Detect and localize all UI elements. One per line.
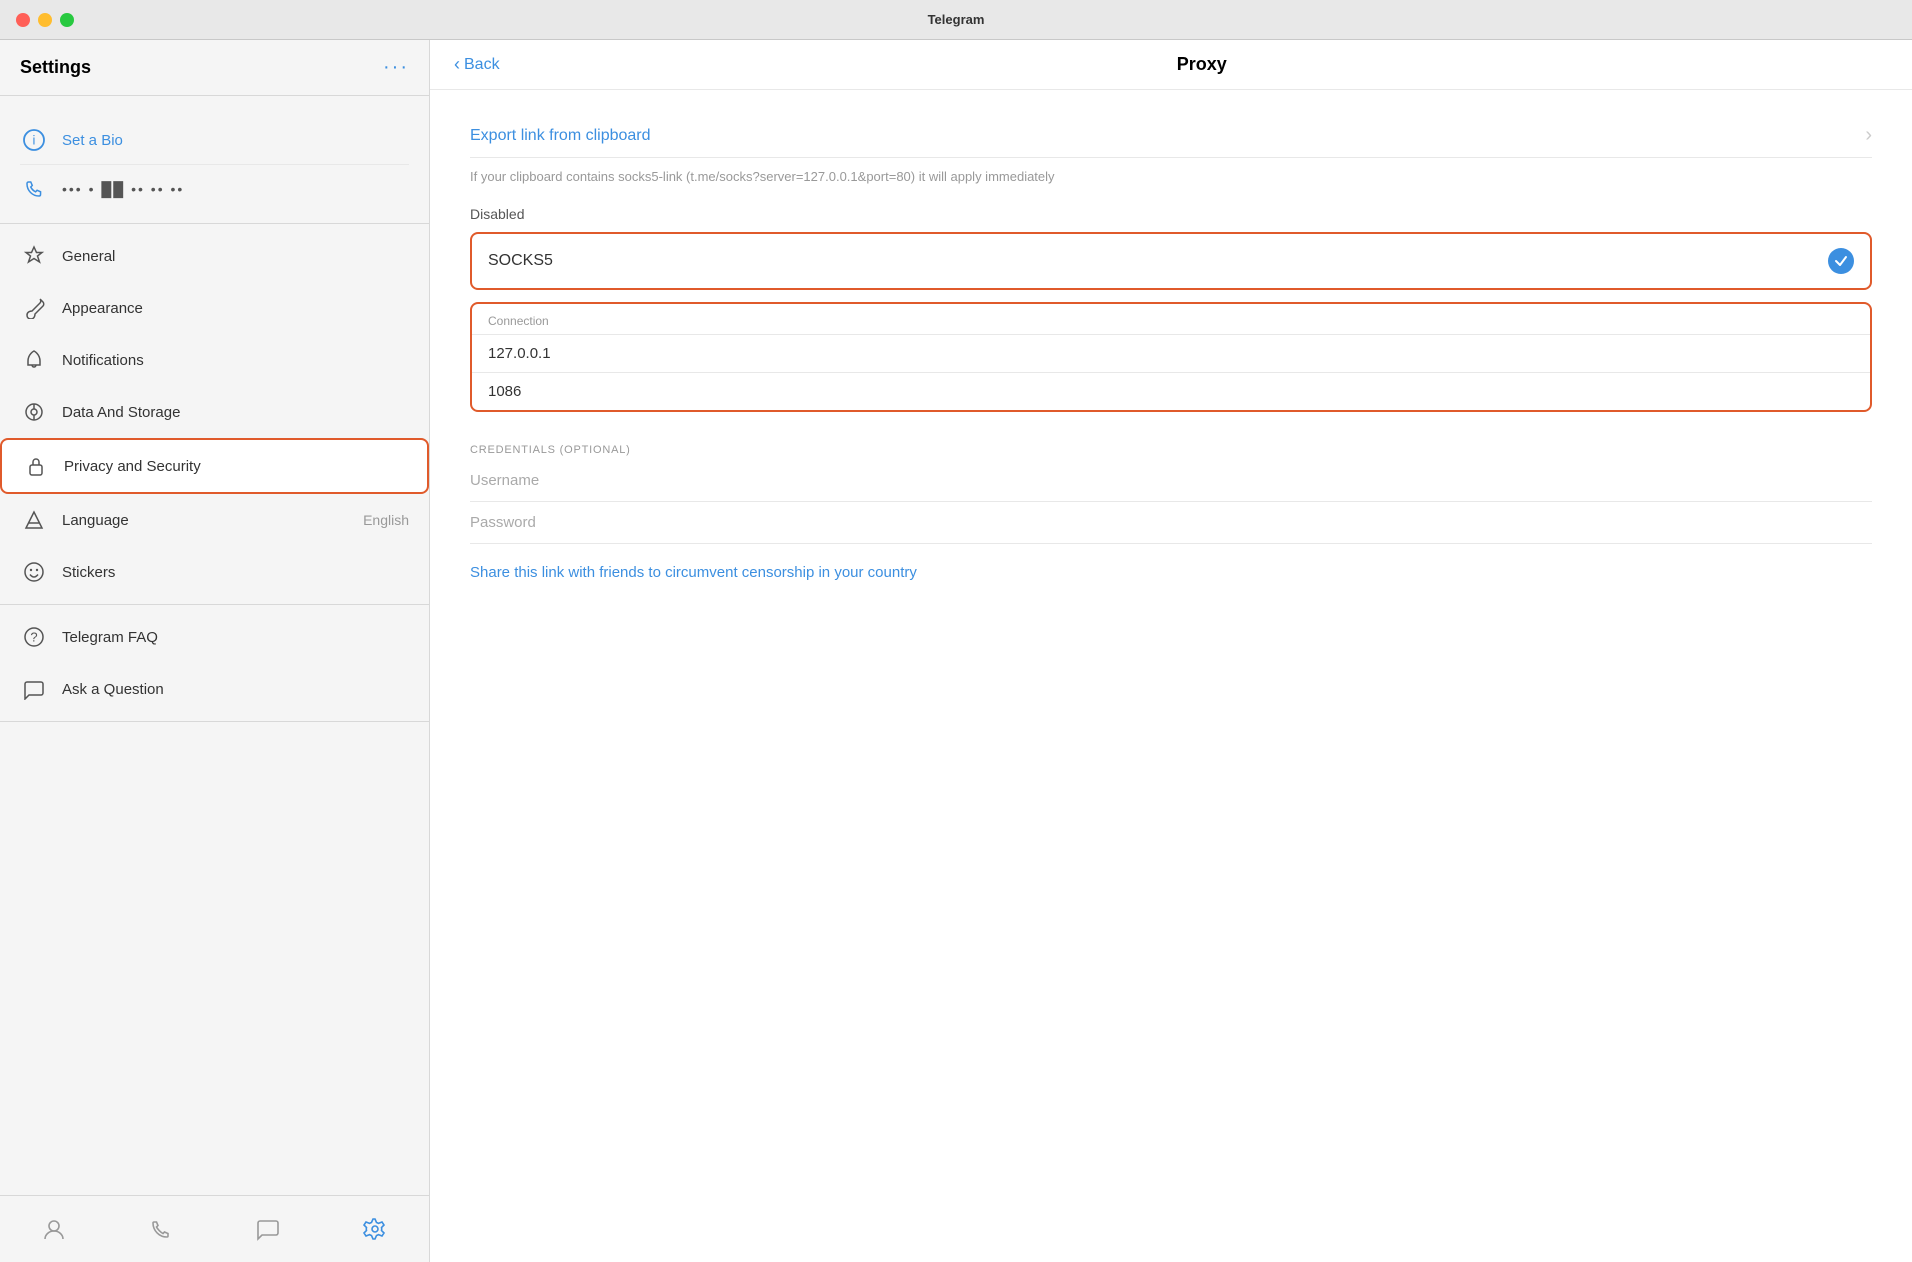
phone-item[interactable]: ••• • ██ •• •• •• xyxy=(20,165,409,213)
sidebar-item-faq[interactable]: ? Telegram FAQ xyxy=(0,611,429,663)
socks5-option[interactable]: SOCKS5 xyxy=(470,232,1872,290)
profile-section: i Set a Bio ••• • ██ •• •• •• xyxy=(0,96,429,224)
svg-text:?: ? xyxy=(30,630,37,645)
set-bio-label: Set a Bio xyxy=(62,132,123,149)
sidebar-item-faq-label: Telegram FAQ xyxy=(62,629,409,646)
close-button[interactable] xyxy=(16,13,30,27)
export-link-row[interactable]: Export link from clipboard › xyxy=(470,114,1872,158)
password-field[interactable]: Password xyxy=(470,502,1872,544)
notifications-icon xyxy=(20,346,48,374)
sidebar-item-data-storage[interactable]: Data And Storage xyxy=(0,386,429,438)
sidebar-item-language-value: English xyxy=(363,512,409,528)
back-label: Back xyxy=(464,56,500,74)
sidebar-title: Settings xyxy=(20,57,91,78)
back-chevron-icon: ‹ xyxy=(454,54,460,75)
export-link-label: Export link from clipboard xyxy=(470,127,651,145)
sidebar-item-language-label: Language xyxy=(62,512,349,529)
stickers-icon xyxy=(20,558,48,586)
sidebar-content: i Set a Bio ••• • ██ •• •• •• xyxy=(0,96,429,1195)
sidebar-more-button[interactable]: ··· xyxy=(383,56,409,79)
share-link[interactable]: Share this link with friends to circumve… xyxy=(470,564,1872,581)
sidebar-item-ask-label: Ask a Question xyxy=(62,681,409,698)
titlebar-title: Telegram xyxy=(928,12,985,27)
main-settings-section: General Appearance xyxy=(0,224,429,605)
credentials-label: CREDENTIALS (OPTIONAL) xyxy=(470,436,1872,456)
connection-port-field[interactable]: 1086 xyxy=(472,372,1870,410)
content-header: ‹ Back Proxy xyxy=(430,40,1912,90)
connection-label: Connection xyxy=(472,304,1870,334)
sidebar-item-language[interactable]: Language English xyxy=(0,494,429,546)
data-storage-icon xyxy=(20,398,48,426)
nav-calls[interactable] xyxy=(107,1206,214,1252)
help-section: ? Telegram FAQ Ask a Question xyxy=(0,605,429,722)
sidebar-item-notifications[interactable]: Notifications xyxy=(0,334,429,386)
bottom-nav xyxy=(0,1195,429,1262)
sidebar-header: Settings ··· xyxy=(0,40,429,96)
language-icon xyxy=(20,506,48,534)
phone-icon xyxy=(20,175,48,203)
set-bio-item[interactable]: i Set a Bio xyxy=(20,116,409,165)
titlebar-buttons xyxy=(16,13,74,27)
content-body: Export link from clipboard › If your cli… xyxy=(430,90,1912,1262)
nav-settings[interactable] xyxy=(322,1206,429,1252)
sidebar-item-general[interactable]: General xyxy=(0,230,429,282)
phone-label: ••• • ██ •• •• •• xyxy=(62,181,184,197)
nav-chats[interactable] xyxy=(215,1206,322,1252)
sidebar-item-appearance[interactable]: Appearance xyxy=(0,282,429,334)
info-icon: i xyxy=(20,126,48,154)
content-panel: ‹ Back Proxy Export link from clipboard … xyxy=(430,40,1912,1262)
sidebar: Settings ··· i Set a Bio xyxy=(0,40,430,1262)
export-link-description: If your clipboard contains socks5-link (… xyxy=(470,158,1872,206)
privacy-icon xyxy=(22,452,50,480)
main-layout: Settings ··· i Set a Bio xyxy=(0,40,1912,1262)
minimize-button[interactable] xyxy=(38,13,52,27)
sidebar-item-stickers-label: Stickers xyxy=(62,564,409,581)
faq-icon: ? xyxy=(20,623,48,651)
sidebar-item-general-label: General xyxy=(62,248,409,265)
maximize-button[interactable] xyxy=(60,13,74,27)
back-button[interactable]: ‹ Back xyxy=(454,54,500,75)
sidebar-item-notifications-label: Notifications xyxy=(62,352,409,369)
disabled-label: Disabled xyxy=(470,206,1872,222)
ask-icon xyxy=(20,675,48,703)
export-chevron-icon: › xyxy=(1865,124,1872,147)
svg-text:i: i xyxy=(33,133,36,148)
general-icon xyxy=(20,242,48,270)
sidebar-item-privacy-label: Privacy and Security xyxy=(64,458,407,475)
sidebar-item-data-storage-label: Data And Storage xyxy=(62,404,409,421)
nav-contacts[interactable] xyxy=(0,1206,107,1252)
connection-server-field[interactable]: 127.0.0.1 xyxy=(472,334,1870,372)
appearance-icon xyxy=(20,294,48,322)
socks5-check-icon xyxy=(1828,248,1854,274)
sidebar-item-ask[interactable]: Ask a Question xyxy=(0,663,429,715)
connection-box: Connection 127.0.0.1 1086 xyxy=(470,302,1872,412)
content-title: Proxy xyxy=(516,54,1888,75)
socks5-label: SOCKS5 xyxy=(488,252,553,270)
sidebar-item-stickers[interactable]: Stickers xyxy=(0,546,429,598)
username-field[interactable]: Username xyxy=(470,460,1872,502)
sidebar-item-appearance-label: Appearance xyxy=(62,300,409,317)
titlebar: Telegram xyxy=(0,0,1912,40)
sidebar-item-privacy-security[interactable]: Privacy and Security xyxy=(0,438,429,494)
